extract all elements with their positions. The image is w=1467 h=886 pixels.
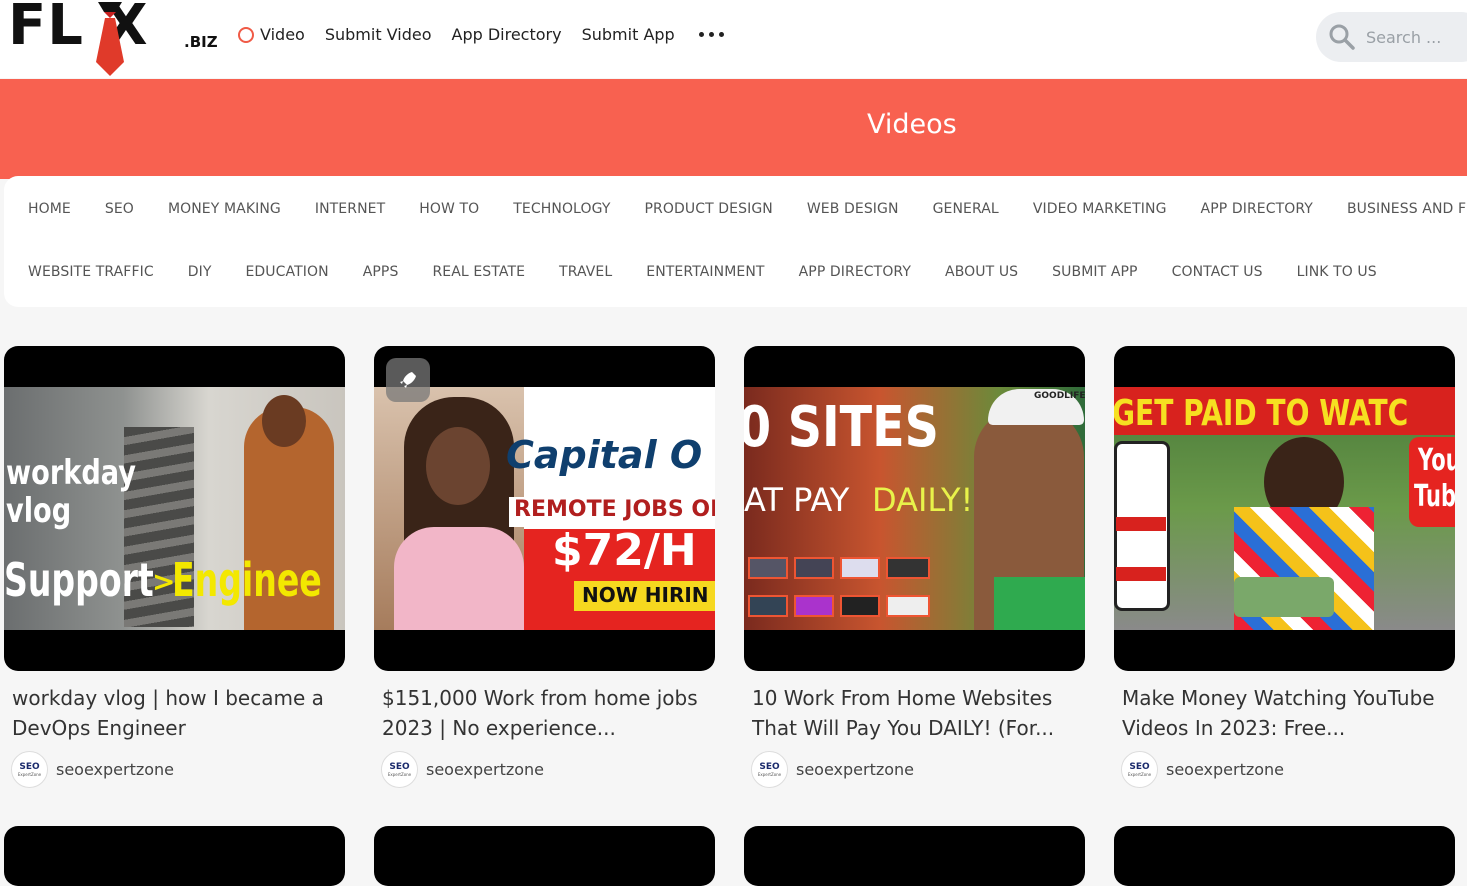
video-thumbnail-next[interactable]: [4, 826, 345, 886]
category-about-us[interactable]: ABOUT US: [945, 264, 1018, 280]
nav-app-directory-label: App Directory: [451, 25, 562, 44]
nav-video-label: Video: [260, 25, 305, 44]
thumbnail-text: DAILY!: [872, 481, 974, 519]
thumbnail-text: REMOTE JOBS OP: [514, 497, 715, 522]
search-icon[interactable]: [1328, 23, 1356, 51]
category-entertainment[interactable]: ENTERTAINMENT: [646, 264, 764, 280]
category-home[interactable]: HOME: [28, 201, 71, 217]
category-app-directory[interactable]: APP DIRECTORY: [1201, 201, 1313, 217]
thumbnail-text: Capital O: [506, 433, 703, 477]
video-card: workday vlog Support > Enginee workday v…: [4, 346, 345, 788]
category-travel[interactable]: TRAVEL: [559, 264, 612, 280]
category-contact-us[interactable]: CONTACT US: [1172, 264, 1263, 280]
author-name: seoexpertzone: [426, 760, 545, 779]
avatar: SEO ExpertZone: [381, 751, 418, 788]
thumbnail-text: GET PAID TO WATC: [1114, 393, 1409, 434]
video-title[interactable]: Make Money Watching YouTube Videos In 20…: [1122, 683, 1447, 743]
category-apps[interactable]: APPS: [363, 264, 399, 280]
nav-submit-app[interactable]: Submit App: [582, 25, 675, 44]
video-title[interactable]: $151,000 Work from home jobs 2023 | No e…: [382, 683, 707, 743]
category-real-estate[interactable]: REAL ESTATE: [432, 264, 525, 280]
thumbnail-text: $72/H: [552, 525, 697, 576]
author-name: seoexpertzone: [1166, 760, 1285, 779]
author-name: seoexpertzone: [796, 760, 915, 779]
thumbnail-image: workday vlog Support > Enginee: [4, 387, 345, 630]
category-row-1: HOME SEO MONEY MAKING INTERNET HOW TO TE…: [28, 201, 1467, 217]
tie-icon: [96, 2, 124, 76]
avatar: SEO ExpertZone: [751, 751, 788, 788]
search-box: [1316, 12, 1467, 62]
category-website-traffic[interactable]: WEBSITE TRAFFIC: [28, 264, 154, 280]
video-author[interactable]: SEO ExpertZone seoexpertzone: [1121, 751, 1455, 788]
video-card: GOODLIFE 0 SITES AT PAY DAILY! 10 Work F…: [744, 346, 1085, 788]
video-author[interactable]: SEO ExpertZone seoexpertzone: [751, 751, 1085, 788]
category-web-design[interactable]: WEB DESIGN: [807, 201, 899, 217]
thumbnail-text: vlog: [6, 491, 72, 531]
video-thumbnail[interactable]: GOODLIFE 0 SITES AT PAY DAILY!: [744, 346, 1085, 671]
thumbnail-text: AT PAY: [744, 481, 850, 519]
thumbnail-image: Capital O REMOTE JOBS OP $72/H NOW HIRIN: [374, 387, 715, 630]
more-menu-icon[interactable]: [698, 32, 724, 37]
circle-icon: [238, 26, 254, 43]
avatar: SEO ExpertZone: [11, 751, 48, 788]
nav-submit-app-label: Submit App: [581, 25, 675, 44]
author-name: seoexpertzone: [56, 760, 175, 779]
rocket-icon: [386, 358, 430, 402]
search-input[interactable]: [1366, 27, 1467, 47]
page-title: Videos: [867, 109, 957, 140]
video-thumbnail-next[interactable]: [1114, 826, 1455, 886]
category-app-directory-2[interactable]: APP DIRECTORY: [799, 264, 911, 280]
thumbnail-text: You: [1418, 443, 1455, 478]
category-money-making[interactable]: MONEY MAKING: [168, 201, 281, 217]
thumbnail-image: GOODLIFE 0 SITES AT PAY DAILY!: [744, 387, 1085, 630]
thumbnail-text: workday: [6, 453, 137, 493]
video-title[interactable]: workday vlog | how I became a DevOps Eng…: [12, 683, 337, 743]
thumbnail-text: GOODLIFE: [1034, 391, 1085, 401]
category-technology[interactable]: TECHNOLOGY: [513, 201, 610, 217]
video-card: GET PAID TO WATC You Tub Make Money Watc…: [1114, 346, 1455, 788]
video-thumbnail-next[interactable]: [744, 826, 1085, 886]
category-submit-app[interactable]: SUBMIT APP: [1052, 264, 1137, 280]
thumbnail-text: Enginee: [172, 553, 322, 607]
nav-app-directory[interactable]: App Directory: [452, 25, 562, 44]
thumbnail-text: Tub: [1414, 479, 1455, 514]
category-business-finance[interactable]: BUSINESS AND FINANCE: [1347, 201, 1467, 217]
video-thumbnail-next[interactable]: [374, 826, 715, 886]
main-nav: Video Submit Video App Directory Submit …: [238, 25, 724, 44]
category-menu: HOME SEO MONEY MAKING INTERNET HOW TO TE…: [4, 176, 1467, 307]
nav-submit-video[interactable]: Submit Video: [325, 25, 432, 44]
category-video-marketing[interactable]: VIDEO MARKETING: [1033, 201, 1167, 217]
category-internet[interactable]: INTERNET: [315, 201, 385, 217]
page-banner: Videos: [0, 79, 1467, 179]
video-author[interactable]: SEO ExpertZone seoexpertzone: [11, 751, 345, 788]
category-seo[interactable]: SEO: [105, 201, 134, 217]
category-general[interactable]: GENERAL: [933, 201, 999, 217]
thumbnail-text: Support: [4, 553, 154, 607]
video-card: Capital O REMOTE JOBS OP $72/H NOW HIRIN…: [374, 346, 715, 788]
nav-video[interactable]: Video: [238, 25, 305, 44]
site-header: FL X .BIZ Video Submit Video App Directo…: [0, 0, 1467, 78]
video-thumbnail[interactable]: GET PAID TO WATC You Tub: [1114, 346, 1455, 671]
category-product-design[interactable]: PRODUCT DESIGN: [644, 201, 772, 217]
category-link-to-us[interactable]: LINK TO US: [1297, 264, 1377, 280]
thumbnail-text: 0 SITES: [744, 395, 939, 460]
category-row-2: WEBSITE TRAFFIC DIY EDUCATION APPS REAL …: [28, 264, 1411, 280]
category-diy[interactable]: DIY: [188, 264, 212, 280]
category-education[interactable]: EDUCATION: [245, 264, 328, 280]
thumbnail-text: NOW HIRIN: [582, 583, 709, 607]
nav-submit-video-label: Submit Video: [324, 25, 432, 44]
category-how-to[interactable]: HOW TO: [419, 201, 479, 217]
thumbnail-image: GET PAID TO WATC You Tub: [1114, 387, 1455, 630]
video-thumbnail[interactable]: Capital O REMOTE JOBS OP $72/H NOW HIRIN: [374, 346, 715, 671]
video-title[interactable]: 10 Work From Home Websites That Will Pay…: [752, 683, 1077, 743]
site-logo[interactable]: FL X .BIZ: [8, 0, 218, 76]
video-author[interactable]: SEO ExpertZone seoexpertzone: [381, 751, 715, 788]
avatar: SEO ExpertZone: [1121, 751, 1158, 788]
video-thumbnail[interactable]: workday vlog Support > Enginee: [4, 346, 345, 671]
logo-suffix: .BIZ: [184, 33, 218, 51]
